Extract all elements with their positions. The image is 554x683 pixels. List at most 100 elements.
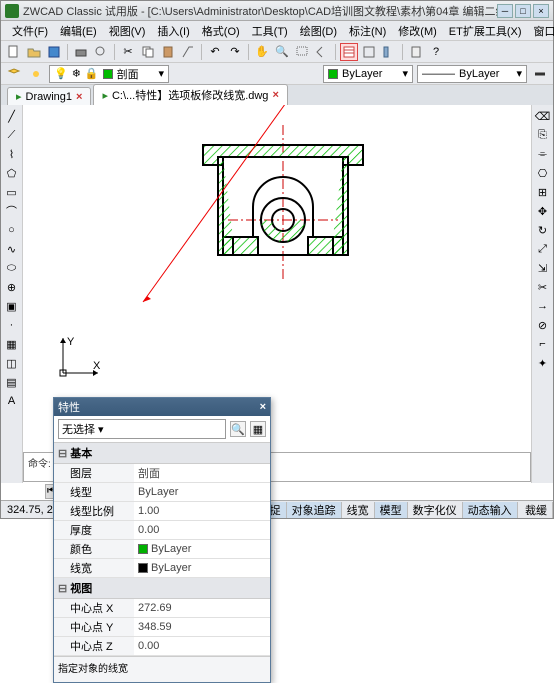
prop-value[interactable]: 0.00 <box>134 521 270 539</box>
array-icon[interactable]: ⊞ <box>534 183 552 201</box>
text-icon[interactable]: A <box>3 392 21 410</box>
extend-icon[interactable]: → <box>534 297 552 315</box>
prop-quickselect-icon[interactable]: 🔍 <box>230 421 246 437</box>
prop-row[interactable]: 中心点 Z0.00 <box>54 637 270 656</box>
menu-draw[interactable]: 绘图(D) <box>295 21 342 41</box>
prop-value[interactable]: 348.59 <box>134 618 270 636</box>
line-icon[interactable]: ╱ <box>3 107 21 125</box>
sb-model[interactable]: 模型 <box>375 502 408 518</box>
zoom-prev-icon[interactable] <box>313 43 331 61</box>
erase-icon[interactable]: ⌫ <box>534 107 552 125</box>
preview-icon[interactable] <box>92 43 110 61</box>
break-icon[interactable]: ⊘ <box>534 316 552 334</box>
menu-tools[interactable]: 工具(T) <box>247 21 293 41</box>
print-icon[interactable] <box>72 43 90 61</box>
calc-icon[interactable] <box>407 43 425 61</box>
pan-icon[interactable]: ✋ <box>253 43 271 61</box>
paste-icon[interactable] <box>159 43 177 61</box>
prop-value[interactable]: ByLayer <box>134 483 270 501</box>
doc-tab-1[interactable]: ▸ Drawing1 × <box>7 87 91 105</box>
prop-value[interactable]: 272.69 <box>134 599 270 617</box>
copy-icon[interactable] <box>139 43 157 61</box>
prop-value[interactable]: 1.00 <box>134 502 270 520</box>
circle-icon[interactable]: ○ <box>3 221 21 239</box>
minimize-button[interactable]: ─ <box>497 4 513 18</box>
zoom-win-icon[interactable] <box>293 43 311 61</box>
properties-icon[interactable] <box>340 43 358 61</box>
trim-icon[interactable]: ✂ <box>534 278 552 296</box>
spline-icon[interactable]: ∿ <box>3 240 21 258</box>
doc-tab-1-close-icon[interactable]: × <box>76 91 82 103</box>
close-button[interactable]: × <box>533 4 549 18</box>
prop-row[interactable]: 线型ByLayer <box>54 483 270 502</box>
prop-cat-basic[interactable]: 基本 <box>54 443 270 464</box>
scale-icon[interactable]: ⤢ <box>534 240 552 258</box>
prop-row[interactable]: 颜色ByLayer <box>54 540 270 559</box>
zoom-rt-icon[interactable]: 🔍 <box>273 43 291 61</box>
tool-palette-icon[interactable] <box>380 43 398 61</box>
menu-format[interactable]: 格式(O) <box>197 21 245 41</box>
prop-pickadd-icon[interactable]: ▦ <box>250 421 266 437</box>
sb-lweight[interactable]: 线宽 <box>342 502 375 518</box>
prop-value[interactable]: ByLayer <box>134 559 270 577</box>
hatch-icon[interactable]: ▦ <box>3 335 21 353</box>
region-icon[interactable]: ◫ <box>3 354 21 372</box>
prop-value[interactable]: ByLayer <box>134 540 270 558</box>
open-icon[interactable] <box>25 43 43 61</box>
pline-icon[interactable]: ⌇ <box>3 145 21 163</box>
doc-tab-2-close-icon[interactable]: × <box>272 89 278 101</box>
mirror-icon[interactable]: ⌯ <box>534 145 552 163</box>
help-icon[interactable]: ? <box>427 43 445 61</box>
menu-dim[interactable]: 标注(N) <box>344 21 391 41</box>
stretch-icon[interactable]: ⇲ <box>534 259 552 277</box>
fillet-icon[interactable]: ⌐ <box>534 335 552 353</box>
menu-window[interactable]: 窗口(W) <box>529 21 554 41</box>
sb-tablet[interactable]: 数字化仪 <box>408 502 463 518</box>
move-icon[interactable]: ✥ <box>534 202 552 220</box>
sb-otrack[interactable]: 对象追踪 <box>287 502 342 518</box>
insert-icon[interactable]: ⊕ <box>3 278 21 296</box>
linetype-dropdown[interactable]: ——— ByLayer ▾ <box>417 65 527 83</box>
new-icon[interactable] <box>5 43 23 61</box>
ellipse-icon[interactable]: ⬭ <box>3 259 21 277</box>
undo-icon[interactable]: ↶ <box>206 43 224 61</box>
menu-insert[interactable]: 插入(I) <box>152 21 194 41</box>
prop-close-icon[interactable]: × <box>260 401 266 413</box>
prop-row[interactable]: 线宽ByLayer <box>54 559 270 578</box>
explode-icon[interactable]: ✦ <box>534 354 552 372</box>
copy2-icon[interactable]: ⎘ <box>534 126 552 144</box>
menu-view[interactable]: 视图(V) <box>104 21 151 41</box>
menu-et[interactable]: ET扩展工具(X) <box>444 21 527 41</box>
prop-row[interactable]: 厚度0.00 <box>54 521 270 540</box>
rect-icon[interactable]: ▭ <box>3 183 21 201</box>
doc-tab-2[interactable]: ▸ C:\...特性】选项板修改线宽.dwg × <box>93 84 287 105</box>
sb-tail[interactable]: 裁缓 <box>520 502 553 518</box>
redo-icon[interactable]: ↷ <box>226 43 244 61</box>
save-icon[interactable] <box>45 43 63 61</box>
cut-icon[interactable]: ✂ <box>119 43 137 61</box>
layer-mgr-icon[interactable] <box>5 65 23 83</box>
prop-row[interactable]: 中心点 Y348.59 <box>54 618 270 637</box>
design-center-icon[interactable] <box>360 43 378 61</box>
prop-value[interactable]: 剖面 <box>134 464 270 482</box>
match-icon[interactable] <box>179 43 197 61</box>
prop-cat-view[interactable]: 视图 <box>54 578 270 599</box>
menu-file[interactable]: 文件(F) <box>7 21 53 41</box>
table-icon[interactable]: ▤ <box>3 373 21 391</box>
lineweight-icon[interactable] <box>531 65 549 83</box>
point-icon[interactable]: · <box>3 316 21 334</box>
prop-row[interactable]: 中心点 X272.69 <box>54 599 270 618</box>
maximize-button[interactable]: □ <box>515 4 531 18</box>
prop-value[interactable]: 0.00 <box>134 637 270 655</box>
menu-edit[interactable]: 编辑(E) <box>55 21 102 41</box>
polygon-icon[interactable]: ⬠ <box>3 164 21 182</box>
offset-icon[interactable]: ⎔ <box>534 164 552 182</box>
prop-selection-dropdown[interactable]: 无选择 ▾ <box>58 419 226 439</box>
rotate-icon[interactable]: ↻ <box>534 221 552 239</box>
xline-icon[interactable]: ⟋ <box>3 126 21 144</box>
prop-row[interactable]: 图层剖面 <box>54 464 270 483</box>
prop-row[interactable]: 线型比例1.00 <box>54 502 270 521</box>
color-dropdown[interactable]: ByLayer ▾ <box>323 65 413 83</box>
layer-dropdown[interactable]: 💡❄🔒 剖面 ▾ <box>49 65 169 83</box>
layer-state-icon[interactable] <box>27 65 45 83</box>
